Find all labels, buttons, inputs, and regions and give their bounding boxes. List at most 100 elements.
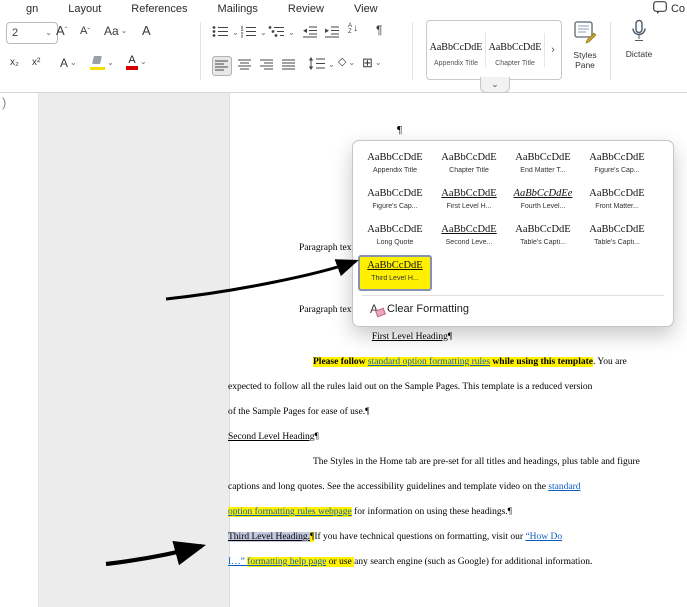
first-level-heading[interactable]: First Level Heading¶ [228, 332, 596, 342]
tab-review[interactable]: Review [288, 3, 324, 15]
styles-pane-icon [572, 20, 598, 47]
subscript-button[interactable]: x₂ [10, 58, 19, 68]
highlighter-icon [90, 56, 105, 70]
borders-button[interactable]: ⊞ ⌄ [362, 56, 382, 69]
comments-button[interactable]: Co [653, 1, 685, 17]
style-label: Second Leve... [445, 239, 493, 246]
chevron-down-icon: ⌄ [45, 28, 52, 37]
borders-icon: ⊞ [362, 55, 373, 70]
body-line[interactable]: of the Sample Pages for ease of use.¶ [228, 407, 369, 417]
font-size-combobox[interactable]: 2 ⌄ [6, 22, 58, 44]
superscript-glyph: x² [32, 57, 41, 68]
increase-indent-button[interactable] [324, 25, 340, 40]
gallery-style-chapter-title[interactable]: AaBbCcDdE Chapter Title [486, 33, 545, 67]
grow-font-button[interactable]: Aˆ [56, 24, 67, 37]
bullets-button[interactable]: ⌄ [212, 25, 239, 40]
style-item-front-matter-title[interactable]: AaBbCcDdE Front Matter... [580, 183, 654, 219]
style-label: Long Quote [376, 239, 414, 246]
body-text: for information on using these headings.… [351, 507, 512, 517]
style-label: Figure's Cap... [594, 167, 640, 174]
tab-references[interactable]: References [131, 3, 187, 15]
show-formatting-marks-button[interactable]: ¶ [376, 24, 382, 36]
decrease-indent-button[interactable] [302, 25, 318, 40]
empty-paragraph-mark[interactable]: ¶ [397, 124, 402, 136]
body-line[interactable]: Please follow standard option formatting… [313, 357, 627, 367]
justify-button[interactable] [282, 58, 296, 72]
body-line[interactable]: Third Level Heading.¶If you have technic… [228, 532, 562, 542]
microphone-icon [628, 19, 650, 46]
body-line[interactable]: option formatting rules webpage for info… [228, 507, 512, 517]
tab-view[interactable]: View [354, 3, 378, 15]
style-item-figures-caption[interactable]: AaBbCcDdE Figure's Cap... [580, 147, 654, 183]
style-item-chapter-title[interactable]: AaBbCcDdE Chapter Title [432, 147, 506, 183]
third-level-heading-selected[interactable]: Third Level Heading. [228, 532, 311, 542]
clear-formatting-menu-item[interactable]: A Clear Formatting [358, 296, 668, 322]
body-line[interactable]: I…” formatting help page or use any sear… [228, 557, 592, 567]
dictate-label: Dictate [625, 49, 653, 60]
style-item-long-quote[interactable]: AaBbCcDdE Long Quote [358, 219, 432, 255]
word-window: gn Layout References Mailings Review Vie… [0, 0, 687, 607]
line-spacing-icon [308, 57, 326, 72]
gallery-scroll-more-button[interactable]: › [545, 44, 561, 56]
gallery-style-appendix-title[interactable]: AaBbCcDdE Appendix Title [427, 33, 486, 67]
caret-up-icon: ˆ [64, 25, 68, 35]
style-item-tables-caption[interactable]: AaBbCcDdE Table's Capti... [506, 219, 580, 255]
style-preview: AaBbCcDdE [441, 188, 497, 199]
help-page-link[interactable]: I…” [228, 557, 247, 567]
styles-gallery-expand-button[interactable]: ⌄ [480, 77, 510, 93]
body-text: captions and long quotes. See the access… [228, 482, 549, 492]
styles-pane-button[interactable]: Styles Pane [562, 20, 608, 71]
shrink-font-button[interactable]: Aˇ [80, 26, 90, 37]
chevron-down-icon: ⌄ [107, 58, 114, 67]
line-spacing-button[interactable]: ⌄ [308, 57, 335, 72]
style-item-fourth-level-heading[interactable]: AaBbCcDdEe Fourth Level... [506, 183, 580, 219]
style-item-first-level-heading[interactable]: AaBbCcDdE First Level H... [432, 183, 506, 219]
superscript-button[interactable]: x² [32, 58, 40, 68]
help-page-link[interactable]: “How Do [525, 532, 562, 542]
formatting-rules-link[interactable]: standard option formatting rules [367, 357, 491, 367]
body-line[interactable]: The Styles in the Home tab are pre-set f… [313, 457, 640, 467]
webpage-link[interactable]: standard [548, 482, 580, 492]
styles-grid: AaBbCcDdE Appendix Title AaBbCcDdE Chapt… [358, 147, 656, 291]
chevron-down-icon: ⌄ [140, 57, 147, 67]
clear-formatting-letter: A [142, 23, 151, 38]
style-preview: AaBbCcDdE [367, 188, 423, 199]
align-right-button[interactable] [260, 58, 274, 72]
second-level-heading[interactable]: Second Level Heading¶ [228, 432, 319, 442]
style-item-second-level-heading[interactable]: AaBbCcDdE Second Leve... [432, 219, 506, 255]
body-text: any search engine (such as Google) for a… [354, 557, 593, 567]
shading-button[interactable]: ◇ ⌄ [338, 57, 355, 68]
align-left-button[interactable] [212, 56, 232, 76]
align-center-button[interactable] [238, 58, 252, 72]
webpage-link[interactable]: option formatting rules webpage [228, 507, 352, 517]
style-item-third-level-heading[interactable]: AaBbCcDdE Third Level H... [358, 255, 432, 291]
style-label: Chapter Title [449, 167, 489, 174]
eraser-icon [375, 307, 386, 318]
help-page-link[interactable]: formatting help page [247, 557, 327, 567]
ribbon: gn Layout References Mailings Review Vie… [0, 0, 687, 93]
multilevel-list-button[interactable]: ⌄ [268, 25, 295, 40]
comments-label: Co [670, 3, 685, 15]
heading-text: First Level Heading [371, 332, 448, 342]
tab-mailings[interactable]: Mailings [218, 3, 258, 15]
dictate-button[interactable]: Dictate [616, 19, 662, 59]
sort-button[interactable]: AZ ↓ [348, 23, 358, 35]
style-item-tables-caption-2[interactable]: AaBbCcDdE Table's Capti... [580, 219, 654, 255]
tab-layout[interactable]: Layout [68, 3, 101, 15]
shrink-font-letter: A [80, 25, 88, 37]
change-case-button[interactable]: Aa ⌄ [104, 25, 127, 37]
text-highlight-color-button[interactable]: ⌄ [90, 56, 114, 70]
numbering-button[interactable]: ⌄ [240, 25, 267, 40]
group-separator [412, 22, 413, 80]
highlighted-text: Please follow [313, 357, 368, 367]
font-color-button[interactable]: A ⌄ [126, 55, 147, 70]
body-line[interactable]: captions and long quotes. See the access… [228, 482, 580, 492]
style-item-end-matter-title[interactable]: AaBbCcDdE End Matter T... [506, 147, 580, 183]
style-item-appendix-title[interactable]: AaBbCcDdE Appendix Title [358, 147, 432, 183]
body-line[interactable]: expected to follow all the rules laid ou… [228, 382, 592, 392]
text-effects-button[interactable]: A ⌄ [60, 57, 77, 69]
body-text: If you have technical questions on forma… [314, 532, 526, 542]
change-case-letters: Aa [104, 24, 119, 38]
tab-design[interactable]: gn [26, 3, 38, 15]
style-item-figures-caption-2[interactable]: AaBbCcDdE Figure's Cap... [358, 183, 432, 219]
